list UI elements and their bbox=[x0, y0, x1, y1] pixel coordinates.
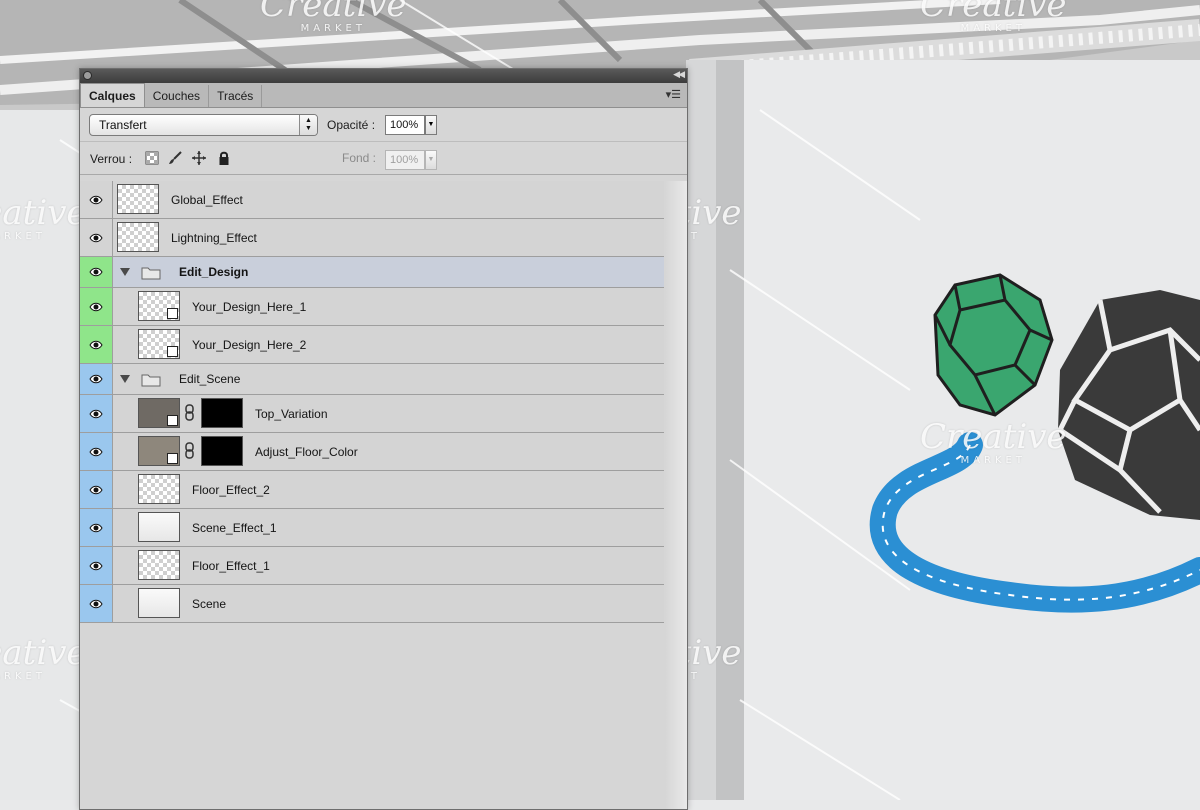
eye-icon bbox=[89, 267, 103, 277]
layer-name: Scene bbox=[192, 596, 227, 611]
layer-group-row[interactable]: Edit_Design bbox=[80, 257, 664, 288]
visibility-toggle[interactable] bbox=[80, 288, 113, 325]
folder-icon bbox=[141, 267, 161, 280]
eye-icon bbox=[89, 233, 103, 242]
layer-name: Floor_Effect_1 bbox=[192, 558, 270, 573]
visibility-toggle[interactable] bbox=[80, 433, 113, 470]
layer-row[interactable]: Global_Effect bbox=[80, 181, 664, 219]
stepper-icon: ▲ ▼ bbox=[299, 115, 317, 135]
eye-icon bbox=[89, 340, 103, 349]
layer-row[interactable]: Your_Design_Here_2 bbox=[80, 326, 664, 364]
smart-object-icon bbox=[167, 453, 178, 464]
eye-icon bbox=[89, 561, 103, 570]
layer-row[interactable]: Floor_Effect_2 bbox=[80, 471, 664, 509]
layer-name: Top_Variation bbox=[255, 406, 328, 421]
visibility-toggle[interactable] bbox=[80, 471, 113, 508]
visibility-toggle[interactable] bbox=[80, 364, 113, 394]
group-name: Edit_Scene bbox=[179, 372, 241, 386]
visibility-toggle[interactable] bbox=[80, 395, 113, 432]
layer-row[interactable]: Scene bbox=[80, 585, 664, 623]
close-button[interactable] bbox=[83, 71, 92, 80]
group-name: Edit_Design bbox=[179, 265, 249, 279]
visibility-toggle[interactable] bbox=[80, 326, 113, 363]
layers-list: Global_Effect Lightning_Effect Edit_Desi… bbox=[80, 181, 664, 623]
eye-icon bbox=[89, 447, 103, 456]
layer-thumbnail bbox=[138, 436, 180, 466]
layer-thumbnail bbox=[138, 588, 180, 618]
collapse-icon[interactable]: ◀◀ bbox=[673, 69, 685, 80]
folder-icon bbox=[141, 374, 161, 387]
visibility-toggle[interactable] bbox=[80, 181, 113, 218]
layer-thumbnail bbox=[117, 184, 159, 214]
visibility-toggle[interactable] bbox=[80, 219, 113, 256]
opacity-label: Opacité : bbox=[327, 118, 376, 132]
blend-row: Transfert ▲ ▼ Opacité : 100% ▼ bbox=[80, 108, 687, 142]
layer-row[interactable]: Scene_Effect_1 bbox=[80, 509, 664, 547]
layer-row[interactable]: Your_Design_Here_1 bbox=[80, 288, 664, 326]
tab-traces[interactable]: Tracés bbox=[209, 85, 263, 107]
layer-name: Lightning_Effect bbox=[171, 230, 257, 245]
tab-calques[interactable]: Calques bbox=[80, 83, 145, 107]
panel-titlebar[interactable]: ◀◀ bbox=[80, 69, 687, 83]
panel-edge-fade bbox=[665, 181, 687, 809]
opacity-dropdown-button[interactable]: ▼ bbox=[425, 115, 437, 135]
expand-triangle-icon[interactable] bbox=[120, 268, 130, 276]
layer-name: Your_Design_Here_1 bbox=[192, 299, 307, 314]
smart-object-icon bbox=[167, 308, 178, 319]
smart-object-icon bbox=[167, 415, 178, 426]
layer-name: Global_Effect bbox=[171, 192, 243, 207]
layer-row[interactable]: Lightning_Effect bbox=[80, 219, 664, 257]
layer-name: Scene_Effect_1 bbox=[192, 520, 277, 535]
visibility-toggle[interactable] bbox=[80, 547, 113, 584]
chain-link-icon[interactable] bbox=[185, 442, 194, 459]
chain-link-icon[interactable] bbox=[185, 404, 194, 421]
blend-mode-value: Transfert bbox=[99, 118, 147, 132]
layer-name: Your_Design_Here_2 bbox=[192, 337, 307, 352]
panel-tabs: Calques Couches Tracés ▾☰ bbox=[80, 83, 687, 108]
layers-panel: ◀◀ Calques Couches Tracés ▾☰ Transfert ▲… bbox=[79, 68, 688, 810]
layer-row[interactable]: Top_Variation bbox=[80, 395, 664, 433]
fill-dropdown-button[interactable]: ▼ bbox=[425, 150, 437, 170]
eye-icon bbox=[89, 485, 103, 494]
panel-menu-icon[interactable]: ▾☰ bbox=[666, 88, 681, 101]
layer-mask-thumbnail[interactable] bbox=[201, 436, 243, 466]
lock-icon[interactable] bbox=[217, 151, 231, 165]
visibility-toggle[interactable] bbox=[80, 257, 113, 287]
move-icon[interactable] bbox=[192, 151, 206, 165]
layer-thumbnail bbox=[138, 550, 180, 580]
layer-row[interactable]: Floor_Effect_1 bbox=[80, 547, 664, 585]
layer-thumbnail bbox=[117, 222, 159, 252]
eye-icon bbox=[89, 302, 103, 311]
layer-thumbnail bbox=[138, 474, 180, 504]
layer-thumbnail bbox=[138, 512, 180, 542]
eye-icon bbox=[89, 523, 103, 532]
layer-thumbnail bbox=[138, 398, 180, 428]
eye-icon bbox=[89, 195, 103, 204]
layer-name: Floor_Effect_2 bbox=[192, 482, 270, 497]
layer-name: Adjust_Floor_Color bbox=[255, 444, 358, 459]
eye-icon bbox=[89, 409, 103, 418]
layer-thumbnail bbox=[138, 291, 180, 321]
eye-icon bbox=[89, 599, 103, 608]
fill-label: Fond : bbox=[342, 151, 377, 165]
opacity-input[interactable]: 100% bbox=[385, 115, 425, 135]
blend-mode-select[interactable]: Transfert ▲ ▼ bbox=[89, 114, 318, 136]
lock-label: Verrou : bbox=[90, 152, 133, 166]
visibility-toggle[interactable] bbox=[80, 509, 113, 546]
expand-triangle-icon[interactable] bbox=[120, 375, 130, 383]
lock-row: Verrou : Fond : 100% ▼ bbox=[80, 142, 687, 175]
tab-couches[interactable]: Couches bbox=[145, 85, 210, 107]
layer-row[interactable]: Adjust_Floor_Color bbox=[80, 433, 664, 471]
brush-icon[interactable] bbox=[168, 151, 182, 165]
layer-mask-thumbnail[interactable] bbox=[201, 398, 243, 428]
fill-input[interactable]: 100% bbox=[385, 150, 425, 170]
visibility-toggle[interactable] bbox=[80, 585, 113, 622]
smart-object-icon bbox=[167, 346, 178, 357]
layer-thumbnail bbox=[138, 329, 180, 359]
lock-transparency-icon[interactable] bbox=[145, 151, 159, 165]
eye-icon bbox=[89, 374, 103, 384]
layer-group-row[interactable]: Edit_Scene bbox=[80, 364, 664, 395]
